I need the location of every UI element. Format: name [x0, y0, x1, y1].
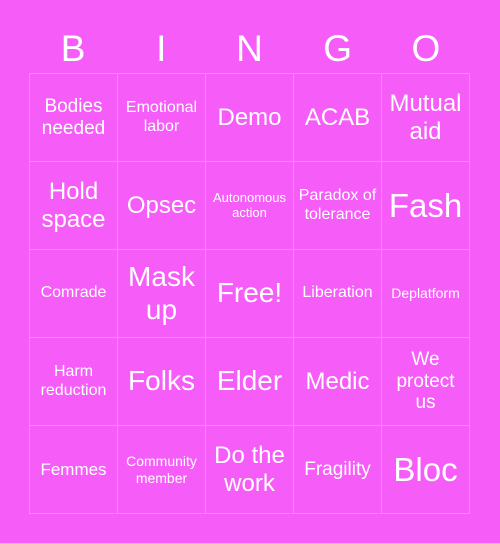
bingo-cell[interactable]: Femmes — [30, 426, 118, 514]
bingo-cell[interactable]: We protect us — [382, 338, 470, 426]
bingo-cell[interactable]: Fragility — [294, 426, 382, 514]
free-space-cell[interactable]: Free! — [206, 250, 294, 338]
header-letter-g: G — [323, 28, 353, 69]
bingo-cell[interactable]: Mutual aid — [382, 74, 470, 162]
bingo-cell[interactable]: Harm reduction — [30, 338, 118, 426]
bingo-cell[interactable]: Elder — [206, 338, 294, 426]
bingo-cell[interactable]: Hold space — [30, 162, 118, 250]
bingo-cell[interactable]: Deplatform — [382, 250, 470, 338]
bingo-cell[interactable]: Paradox of tolerance — [294, 162, 382, 250]
header-letter-o: O — [411, 28, 441, 69]
bingo-cell[interactable]: Do the work — [206, 426, 294, 514]
bingo-cell[interactable]: Comrade — [30, 250, 118, 338]
bingo-cell[interactable]: Mask up — [118, 250, 206, 338]
header-letter-b: B — [60, 28, 86, 69]
bingo-cell[interactable]: Fash — [382, 162, 470, 250]
bingo-cell[interactable]: Emotional labor — [118, 74, 206, 162]
bingo-cell[interactable]: Bloc — [382, 426, 470, 514]
header-letter-i: I — [156, 28, 167, 69]
bingo-cell[interactable]: Bodies needed — [30, 74, 118, 162]
bingo-cell[interactable]: Community member — [118, 426, 206, 514]
bingo-cell[interactable]: ACAB — [294, 74, 382, 162]
bingo-cell[interactable]: Demo — [206, 74, 294, 162]
bingo-cell[interactable]: Folks — [118, 338, 206, 426]
bingo-board: Bodies needed Emotional labor Demo ACAB … — [29, 73, 470, 514]
bingo-cell[interactable]: Opsec — [118, 162, 206, 250]
bingo-cell[interactable]: Medic — [294, 338, 382, 426]
bingo-cell[interactable]: Liberation — [294, 250, 382, 338]
bingo-cell[interactable]: Autonomous action — [206, 162, 294, 250]
bingo-header: B I N G O — [29, 26, 470, 72]
header-letter-n: N — [236, 28, 263, 69]
